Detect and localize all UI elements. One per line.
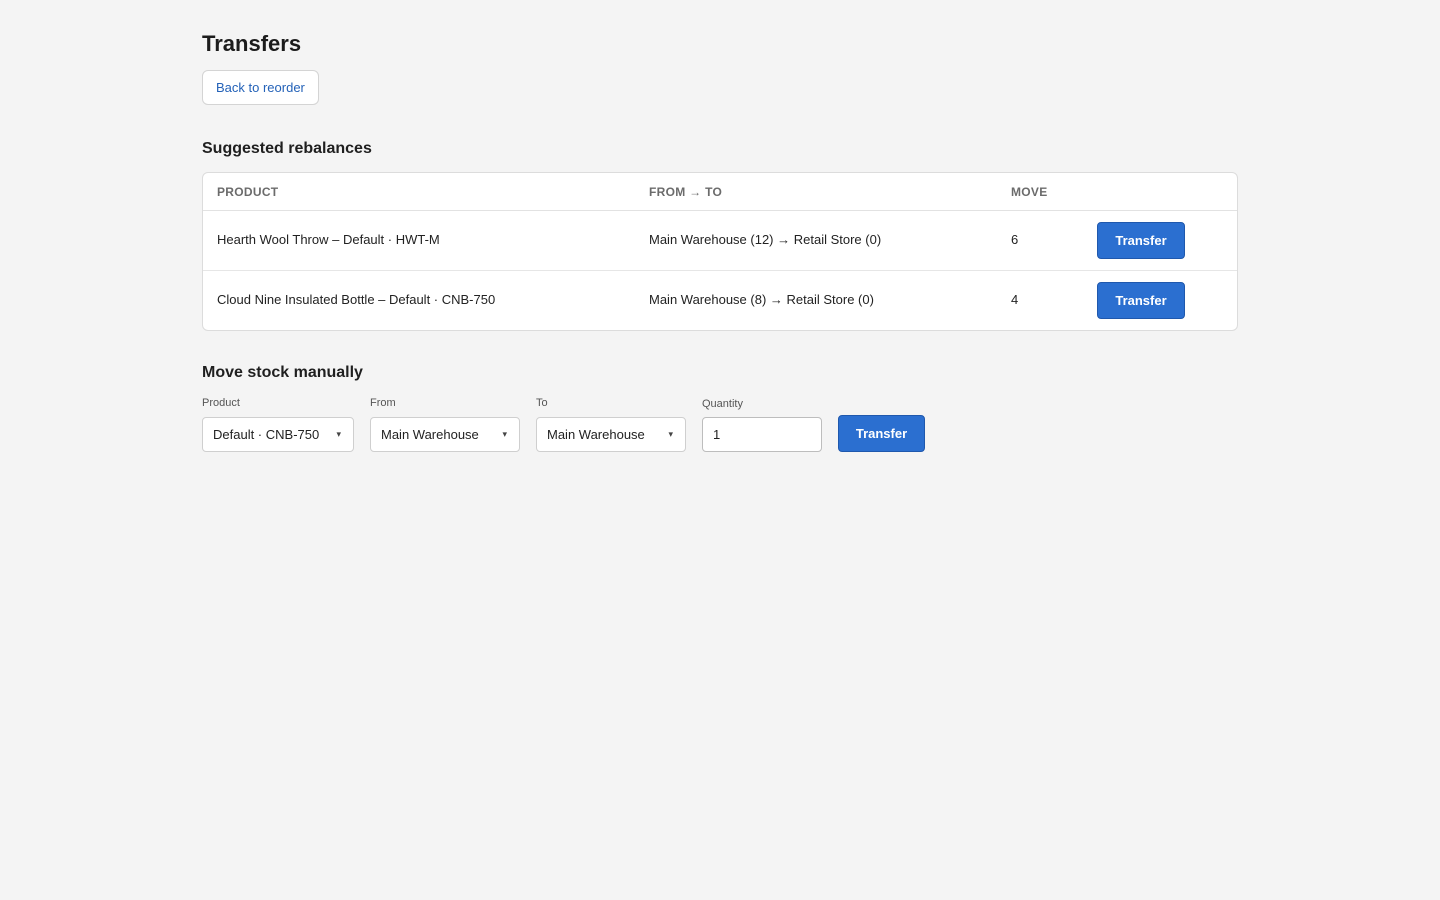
to-select[interactable]: Main Warehouse ▾	[536, 417, 686, 452]
column-header-move: MOVE	[1011, 185, 1048, 199]
from-select-value: Main Warehouse	[381, 427, 479, 442]
chevron-down-icon: ▾	[502, 429, 507, 439]
row-transfer-button[interactable]: Transfer	[1097, 222, 1185, 259]
table-header: PRODUCT FROM → TO MOVE	[203, 173, 1237, 211]
page-title: Transfers	[202, 31, 302, 56]
rebalances-table: PRODUCT FROM → TO MOVE Hearth Wool Throw…	[202, 172, 1238, 331]
row-product: Hearth Wool Throw – Default · HWT-M	[217, 232, 440, 247]
chevron-down-icon: ▾	[336, 429, 341, 439]
from-select[interactable]: Main Warehouse ▾	[370, 417, 520, 452]
row-move-quantity: 6	[1011, 232, 1019, 247]
row-move-quantity: 4	[1011, 292, 1019, 307]
product-select[interactable]: Default · CNB-750 ▾	[202, 417, 354, 452]
table-row: Cloud Nine Insulated Bottle – Default · …	[203, 271, 1237, 330]
column-header-product: PRODUCT	[217, 185, 279, 199]
row-product: Cloud Nine Insulated Bottle – Default · …	[217, 292, 496, 307]
to-select-value: Main Warehouse	[547, 427, 645, 442]
back-to-reorder-button[interactable]: Back to reorder	[202, 70, 319, 105]
suggested-rebalances-heading: Suggested rebalances	[202, 140, 372, 157]
row-from-to: Main Warehouse (12) → Retail Store (0)	[649, 232, 882, 247]
move-stock-manually-heading: Move stock manually	[202, 364, 363, 381]
quantity-label: Quantity	[702, 398, 743, 410]
column-header-from-to: FROM → TO	[649, 185, 723, 199]
product-select-value: Default · CNB-750	[213, 427, 320, 442]
manual-transfer-button[interactable]: Transfer	[838, 415, 925, 452]
quantity-input[interactable]	[702, 417, 822, 452]
chevron-down-icon: ▾	[668, 429, 673, 439]
to-label: To	[536, 397, 548, 409]
row-from-to: Main Warehouse (8) → Retail Store (0)	[649, 292, 874, 307]
from-label: From	[370, 397, 396, 409]
row-transfer-button[interactable]: Transfer	[1097, 282, 1185, 319]
table-row: Hearth Wool Throw – Default · HWT-M Main…	[203, 211, 1237, 271]
product-label: Product	[202, 397, 240, 409]
